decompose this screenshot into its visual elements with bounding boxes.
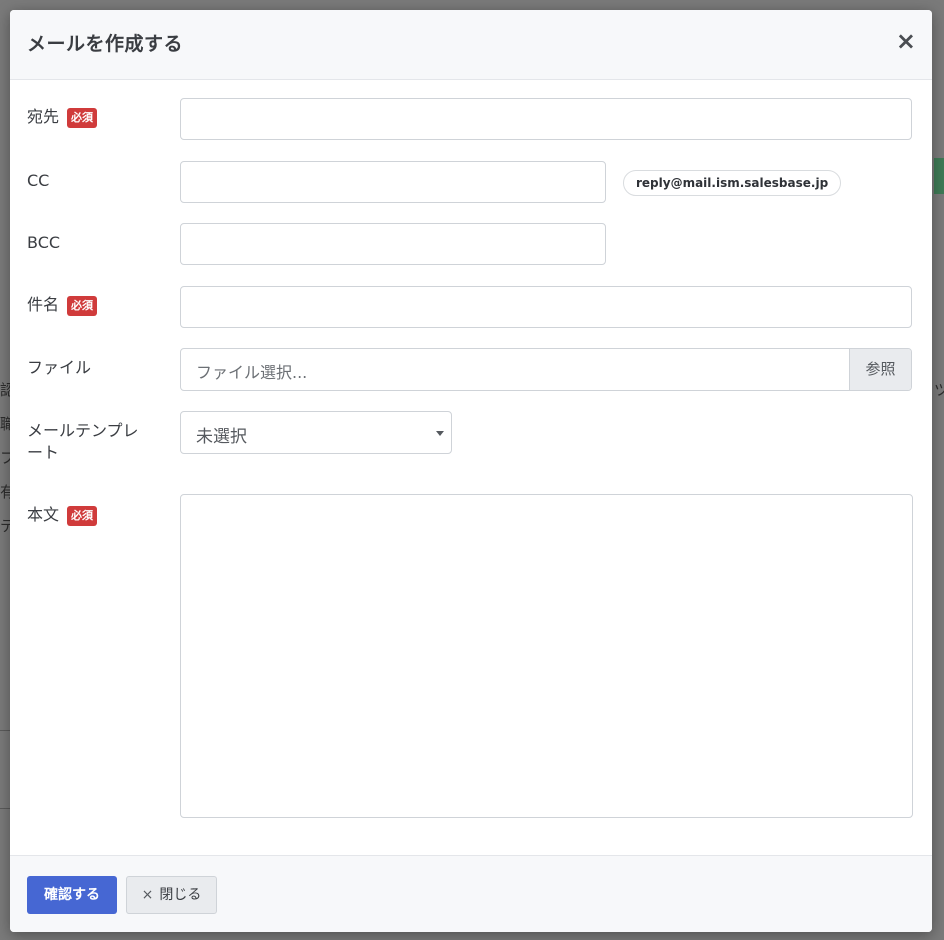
close-button-label: 閉じる — [159, 887, 202, 903]
modal-header: メールを作成する × — [10, 10, 932, 80]
subject-input[interactable] — [180, 286, 912, 328]
close-icon: × — [141, 887, 154, 903]
close-button[interactable]: × 閉じる — [126, 876, 217, 914]
background-green-button — [934, 158, 944, 194]
to-label: 宛先 必須 — [27, 106, 98, 128]
required-badge: 必須 — [67, 107, 98, 128]
cc-input[interactable] — [180, 161, 606, 203]
body-label-text: 本文 — [27, 505, 60, 524]
file-picker[interactable]: ファイル選択... 参照 — [180, 348, 912, 391]
subject-label-text: 件名 — [27, 295, 60, 314]
file-label: ファイル — [27, 358, 92, 377]
bcc-label: BCC — [27, 233, 61, 252]
to-input[interactable] — [180, 98, 912, 140]
template-label-line1: メールテンプレ — [27, 421, 139, 440]
bcc-input[interactable] — [180, 223, 606, 265]
subject-label: 件名 必須 — [27, 294, 98, 316]
body-textarea[interactable] — [180, 494, 913, 818]
confirm-button[interactable]: 確認する — [27, 876, 117, 914]
close-icon[interactable]: × — [896, 29, 916, 53]
template-label-line2: ート — [27, 443, 60, 462]
to-label-text: 宛先 — [27, 107, 60, 126]
file-placeholder: ファイル選択... — [196, 363, 308, 382]
template-selected-value: 未選択 — [196, 427, 247, 447]
compose-mail-modal: メールを作成する × 宛先 必須 CC reply@mail.ism.salesb… — [10, 10, 932, 932]
cc-label: CC — [27, 171, 50, 190]
background-text: ツ — [934, 381, 944, 399]
background-divider — [0, 808, 10, 809]
file-browse-button[interactable]: 参照 — [849, 349, 911, 390]
template-label: メールテンプレ ート — [27, 420, 139, 464]
chevron-down-icon — [436, 431, 444, 436]
modal-footer: 確認する × 閉じる — [10, 855, 932, 932]
body-label: 本文 必須 — [27, 504, 98, 526]
cc-address-chip: reply@mail.ism.salesbase.jp — [623, 170, 842, 196]
required-badge: 必須 — [67, 505, 98, 526]
modal-title: メールを作成する — [27, 33, 184, 55]
template-select[interactable]: 未選択 — [180, 411, 452, 454]
required-badge: 必須 — [67, 295, 98, 316]
background-divider — [0, 730, 10, 731]
